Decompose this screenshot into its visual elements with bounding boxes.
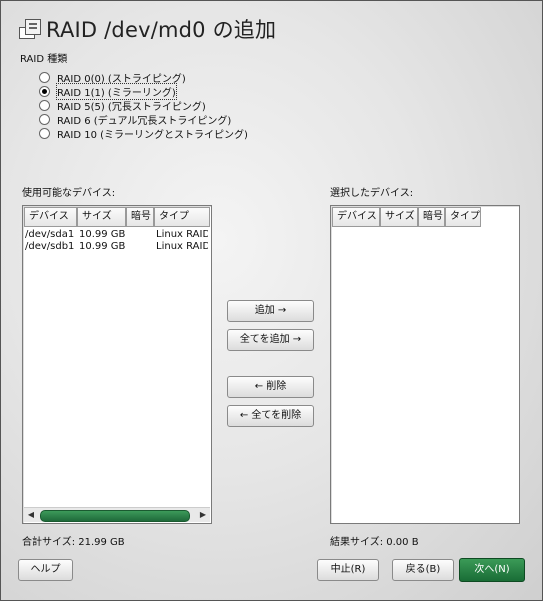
- radio-button[interactable]: [39, 127, 50, 139]
- radio-button[interactable]: [39, 71, 50, 83]
- cell-device: /dev/sdb1: [25, 241, 75, 252]
- radio-label: RAID 5(5) (冗長ストライピング): [57, 101, 206, 113]
- cell-encrypted: [128, 241, 156, 253]
- raid-type-label: RAID 種類: [20, 54, 68, 65]
- abort-button[interactable]: 中止(R): [317, 559, 379, 581]
- radio-raid5[interactable]: RAID 5(5) (冗長ストライピング): [39, 98, 248, 113]
- remove-all-button[interactable]: ← 全てを削除: [227, 405, 314, 427]
- scroll-left-icon[interactable]: ◀: [24, 508, 38, 522]
- radio-raid1[interactable]: RAID 1(1) (ミラーリング): [39, 82, 248, 100]
- result-size-label: 結果サイズ: 0.00 B: [330, 537, 419, 548]
- radio-raid6[interactable]: RAID 6 (デュアル冗長ストライピング): [39, 112, 248, 127]
- radio-button-selected[interactable]: [39, 85, 50, 97]
- table-row[interactable]: /dev/sda1 10.99 GB Linux RAID: [25, 229, 211, 241]
- page-title: RAID /dev/md0 の追加: [46, 18, 277, 42]
- column-header-size[interactable]: サイズ: [380, 207, 418, 227]
- scrollbar-thumb[interactable]: [40, 510, 190, 522]
- table-header: デバイス サイズ 暗号 タイプ: [332, 207, 518, 227]
- remove-button[interactable]: ← 削除: [227, 376, 314, 398]
- horizontal-scrollbar[interactable]: ◀ ▶: [24, 507, 210, 522]
- next-button[interactable]: 次へ(N): [459, 558, 525, 582]
- cell-type: Linux RAID: [156, 229, 208, 240]
- cell-device: /dev/sda1: [25, 229, 75, 240]
- back-button[interactable]: 戻る(B): [392, 559, 454, 581]
- scroll-right-icon[interactable]: ▶: [196, 508, 210, 522]
- column-header-encrypted[interactable]: 暗号: [126, 207, 154, 227]
- radio-button[interactable]: [39, 113, 50, 125]
- selected-devices-label: 選択したデバイス:: [330, 188, 414, 199]
- available-devices-table[interactable]: デバイス サイズ 暗号 タイプ /dev/sda1 10.99 GB Linux…: [22, 205, 212, 524]
- cell-type: Linux RAID: [156, 241, 208, 252]
- available-devices-label: 使用可能なデバイス:: [22, 188, 116, 199]
- raid-type-group: RAID 0(0) (ストライピング) RAID 1(1) (ミラーリング) R…: [39, 70, 248, 141]
- total-size-label: 合計サイズ: 21.99 GB: [22, 537, 125, 548]
- radio-raid0[interactable]: RAID 0(0) (ストライピング): [39, 70, 248, 85]
- cell-encrypted: [128, 229, 156, 241]
- add-all-button[interactable]: 全てを追加 →: [227, 329, 314, 351]
- cell-size: 10.99 GB: [79, 229, 126, 240]
- help-button[interactable]: ヘルプ: [18, 559, 73, 581]
- radio-label: RAID 10 (ミラーリングとストライピング): [57, 129, 248, 141]
- title-bar: RAID /dev/md0 の追加: [17, 14, 276, 44]
- table-row[interactable]: /dev/sdb1 10.99 GB Linux RAID: [25, 241, 211, 253]
- raid-disk-icon: [17, 17, 41, 41]
- column-header-encrypted[interactable]: 暗号: [418, 207, 445, 227]
- column-header-size[interactable]: サイズ: [77, 207, 126, 227]
- radio-label: RAID 0(0) (ストライピング): [57, 73, 186, 85]
- column-header-device[interactable]: デバイス: [332, 207, 380, 227]
- radio-label: RAID 1(1) (ミラーリング): [56, 82, 177, 100]
- radio-label: RAID 6 (デュアル冗長ストライピング): [57, 115, 232, 127]
- column-header-device[interactable]: デバイス: [24, 207, 77, 227]
- radio-button[interactable]: [39, 99, 50, 111]
- table-header: デバイス サイズ 暗号 タイプ: [24, 207, 210, 227]
- column-header-type[interactable]: タイプ: [445, 207, 481, 227]
- cell-size: 10.99 GB: [79, 241, 126, 252]
- radio-raid10[interactable]: RAID 10 (ミラーリングとストライピング): [39, 126, 248, 141]
- column-header-type[interactable]: タイプ: [154, 207, 210, 227]
- add-button[interactable]: 追加 →: [227, 300, 314, 322]
- selected-devices-table[interactable]: デバイス サイズ 暗号 タイプ: [330, 205, 520, 524]
